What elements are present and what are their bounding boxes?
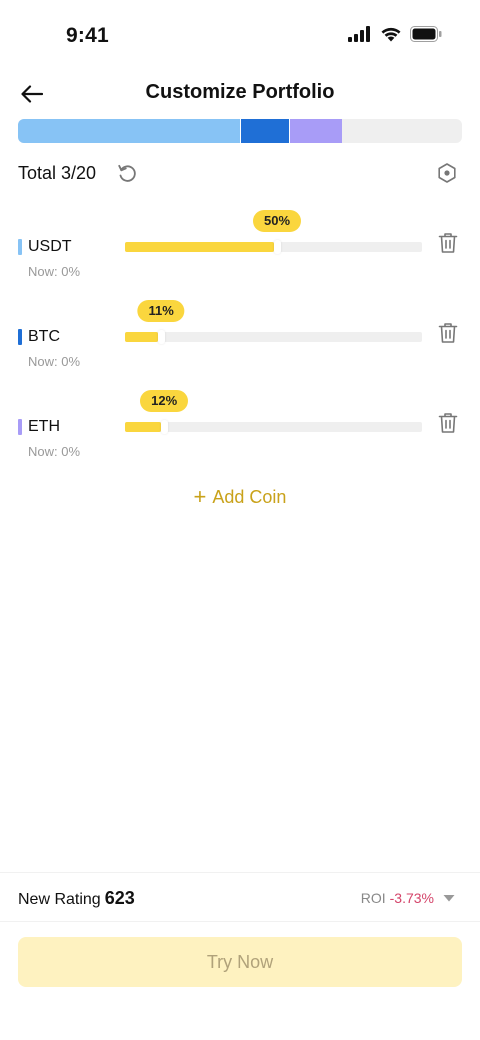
footer-divider (0, 921, 480, 922)
caret-down-icon (443, 895, 455, 902)
roi-dropdown[interactable]: ROI -3.73% (361, 890, 456, 906)
coin-color-marker (18, 329, 22, 345)
coin-row-eth: ETH Now: 0% 12% (18, 388, 462, 468)
allocation-bar (18, 119, 462, 143)
trash-icon[interactable] (436, 411, 460, 435)
rating-label: New Rating 623 (18, 888, 135, 909)
coin-row-btc: BTC Now: 0% 11% (18, 298, 462, 378)
roi-value: -3.73% (389, 890, 434, 906)
allocation-slider[interactable] (125, 240, 422, 254)
add-coin-button[interactable]: + Add Coin (0, 484, 480, 510)
coin-current-allocation: Now: 0% (28, 264, 81, 279)
slider-fill (125, 332, 158, 342)
allocation-segment-usdt (18, 119, 240, 143)
allocation-slider[interactable] (125, 330, 422, 344)
signal-icon (348, 26, 370, 42)
coin-name: ETH (28, 418, 60, 435)
total-label: Total 3/20 (18, 163, 97, 183)
allocation-segment-eth (288, 119, 343, 143)
allocation-segment-btc (240, 119, 289, 143)
footer-divider (0, 872, 480, 873)
slider-fill (125, 422, 161, 432)
try-now-button[interactable]: Try Now (18, 937, 462, 987)
battery-icon (410, 26, 442, 42)
allocation-percent-badge: 50% (252, 210, 302, 232)
coin-current-allocation: Now: 0% (28, 444, 81, 459)
wifi-icon (381, 27, 401, 42)
status-bar: 9:41 (0, 0, 480, 72)
coin-current-allocation: Now: 0% (28, 354, 81, 369)
trash-icon[interactable] (436, 231, 460, 255)
roi-label: ROI (360, 890, 386, 906)
reset-icon[interactable] (116, 162, 138, 184)
slider-thumb[interactable] (157, 330, 165, 344)
rating-row: New Rating 623 ROI -3.73% (18, 884, 462, 912)
slider-thumb[interactable] (273, 240, 281, 254)
coin-color-marker (18, 419, 22, 435)
status-time: 9:41 (66, 24, 109, 47)
rating-label-text: New Rating (18, 891, 101, 908)
allocation-percent-badge: 11% (137, 300, 185, 322)
add-coin-label: Add Coin (212, 487, 287, 507)
slider-fill (125, 242, 274, 252)
coin-color-marker (18, 239, 22, 255)
allocation-percent-badge: 12% (140, 390, 189, 412)
slider-thumb[interactable] (160, 420, 168, 434)
coin-name: BTC (28, 328, 60, 345)
rating-value: 623 (104, 888, 135, 908)
settings-hex-icon[interactable] (436, 162, 458, 184)
allocation-slider[interactable] (125, 420, 422, 434)
header: Customize Portfolio (0, 72, 480, 116)
status-icons (348, 26, 442, 42)
coin-row-usdt: USDT Now: 0% 50% (18, 208, 462, 288)
plus-icon: + (193, 484, 207, 509)
coin-name: USDT (28, 238, 72, 255)
page-title: Customize Portfolio (145, 81, 335, 103)
trash-icon[interactable] (436, 321, 460, 345)
total-row: Total 3/20 (18, 158, 462, 188)
